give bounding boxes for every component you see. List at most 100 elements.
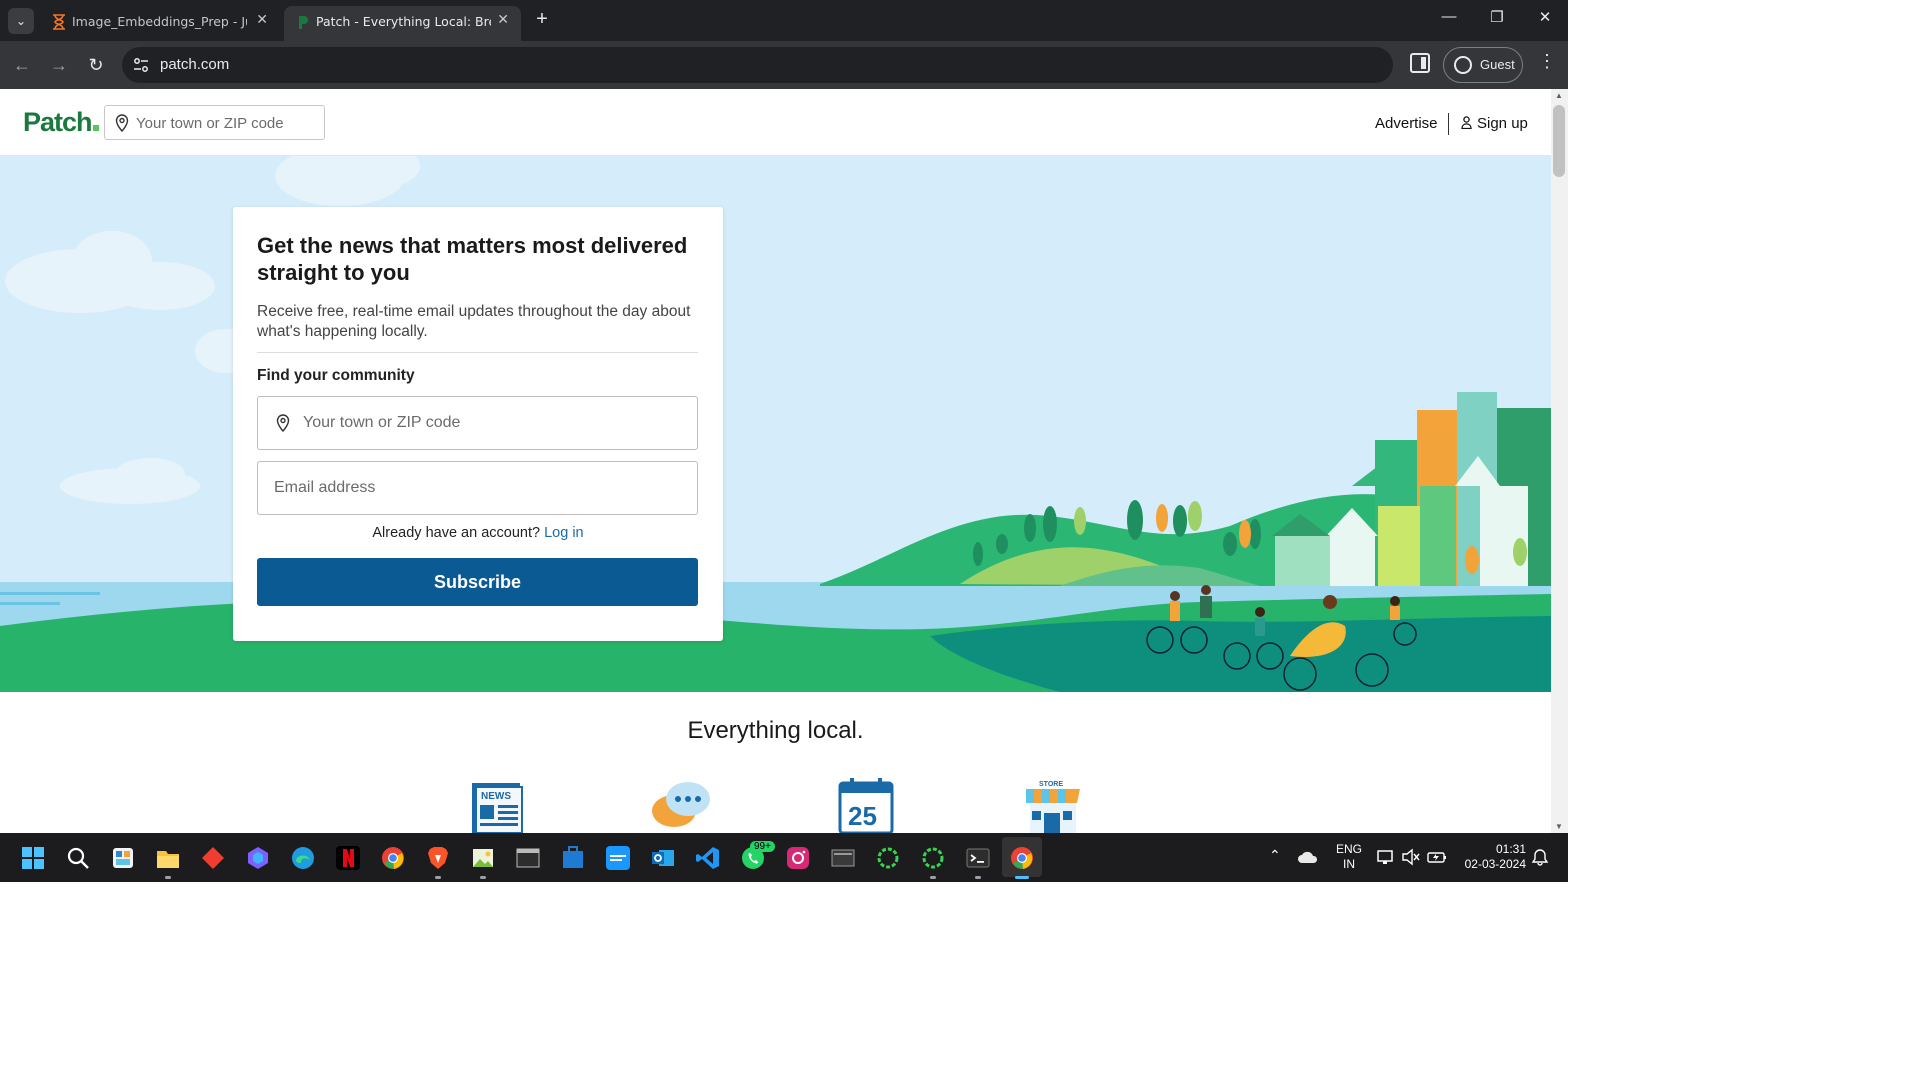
chrome-active-icon[interactable]: [1010, 846, 1034, 870]
windows-terminal-icon[interactable]: [966, 846, 990, 870]
web-page: Patch Your town or ZIP code Advertise Si…: [0, 89, 1551, 833]
location-pin-icon: [115, 114, 129, 132]
new-tab-button[interactable]: +: [530, 8, 554, 32]
running-indicator: [930, 876, 936, 879]
profile-button[interactable]: Guest: [1443, 47, 1523, 83]
loading-ring-icon[interactable]: [876, 846, 900, 870]
profile-label: Guest: [1480, 57, 1515, 72]
signup-heading: Get the news that matters most delivered…: [257, 233, 688, 285]
login-link[interactable]: Log in: [544, 525, 584, 541]
reload-icon[interactable]: ↻: [84, 53, 108, 77]
microsoft-store-icon[interactable]: [561, 846, 585, 870]
loading-ring-icon[interactable]: [921, 846, 945, 870]
forward-arrow-icon[interactable]: →: [47, 53, 71, 77]
back-arrow-icon[interactable]: ←: [10, 53, 34, 77]
minimize-icon[interactable]: —: [1434, 8, 1464, 25]
close-window-icon[interactable]: ✕: [1530, 8, 1560, 26]
card-divider: [257, 352, 698, 353]
app-window-icon[interactable]: [831, 846, 855, 870]
tab-title: Patch - Everything Local: Breaking News: [316, 14, 491, 29]
community-zip-input[interactable]: Your town or ZIP code: [257, 396, 698, 450]
notification-bell-icon[interactable]: [1531, 848, 1549, 866]
side-panel-icon[interactable]: [1410, 53, 1430, 73]
close-tab-icon[interactable]: ✕: [256, 12, 268, 28]
language-bottom: IN: [1343, 857, 1355, 871]
url-text: patch.com: [160, 56, 230, 73]
signup-link[interactable]: Sign up: [1461, 115, 1528, 132]
news-badge: NEWS: [481, 791, 511, 802]
store-badge: STORE: [1039, 781, 1063, 788]
logo-dot: [92, 125, 99, 131]
instagram-icon[interactable]: [786, 846, 810, 870]
hourglass-icon: [53, 14, 65, 30]
patch-logo[interactable]: Patch: [23, 107, 99, 138]
brave-icon[interactable]: [426, 846, 450, 870]
calendar-day: 25: [848, 801, 877, 831]
volume-muted-icon[interactable]: [1402, 848, 1420, 866]
profile-avatar-icon: [1454, 56, 1472, 74]
subscribe-button[interactable]: Subscribe: [257, 558, 698, 606]
account-prompt-text: Already have an account?: [372, 525, 541, 541]
browser-menu-icon[interactable]: ⋮: [1538, 51, 1556, 72]
scroll-down-arrow-icon[interactable]: ▼: [1555, 822, 1563, 831]
close-tab-icon[interactable]: ✕: [497, 12, 509, 28]
terminal-window-icon[interactable]: [516, 846, 540, 870]
clock[interactable]: 01:31 02-03-2024: [1460, 842, 1526, 872]
hero-banner: Get the news that matters most delivered…: [0, 156, 1551, 692]
browser-tab-strip: ⌄ Image_Embeddings_Prep - Jupyter ✕ Patc…: [0, 0, 1568, 41]
page-scrollbar[interactable]: ▲ ▼: [1551, 89, 1568, 833]
running-indicator: [165, 876, 171, 879]
network-icon[interactable]: [1377, 848, 1395, 866]
tab-patch[interactable]: Patch - Everything Local: Breaking News …: [284, 6, 521, 41]
scrollbar-thumb[interactable]: [1553, 105, 1565, 177]
show-hidden-icons-chevron-icon[interactable]: ⌃: [1269, 847, 1281, 864]
battery-icon[interactable]: [1427, 848, 1447, 866]
active-indicator: [1015, 876, 1029, 879]
calendar-icon[interactable]: 25: [836, 777, 896, 833]
running-indicator: [480, 876, 486, 879]
chrome-icon[interactable]: [381, 846, 405, 870]
news-icon[interactable]: NEWS: [468, 777, 528, 833]
image-viewer-icon[interactable]: [471, 846, 495, 870]
edge-icon[interactable]: [291, 846, 315, 870]
prime-video-icon[interactable]: [606, 846, 630, 870]
widgets-icon[interactable]: [111, 846, 135, 870]
file-explorer-icon[interactable]: [156, 846, 180, 870]
copilot-icon[interactable]: [246, 846, 270, 870]
site-header: Patch Your town or ZIP code Advertise Si…: [0, 89, 1551, 156]
anydesk-icon[interactable]: [201, 846, 225, 870]
windows-start-icon[interactable]: [21, 846, 45, 870]
patch-favicon-icon: [299, 16, 308, 29]
scroll-up-arrow-icon[interactable]: ▲: [1555, 91, 1563, 100]
language-indicator[interactable]: ENG IN: [1336, 842, 1362, 872]
newsletter-signup-card: Get the news that matters most delivered…: [233, 207, 723, 641]
clock-date: 02-03-2024: [1464, 857, 1526, 871]
running-indicator: [975, 876, 981, 879]
address-bar[interactable]: patch.com: [122, 47, 1393, 83]
restore-icon[interactable]: ❐: [1482, 8, 1512, 26]
vscode-icon[interactable]: [696, 846, 720, 870]
onedrive-cloud-icon[interactable]: [1297, 847, 1319, 867]
clock-time: 01:31: [1495, 842, 1526, 856]
tab-search-button[interactable]: ⌄: [8, 8, 34, 34]
site-settings-icon[interactable]: [132, 56, 150, 74]
whatsapp-badge: 99+: [750, 841, 775, 852]
running-indicator: [435, 876, 441, 879]
advertise-link[interactable]: Advertise: [1375, 115, 1438, 132]
logo-text: Patch: [23, 107, 93, 137]
email-placeholder: Email address: [274, 479, 376, 496]
tab-jupyter[interactable]: Image_Embeddings_Prep - Jupyter ✕: [40, 6, 280, 41]
chat-bubbles-icon[interactable]: [650, 777, 710, 833]
location-pin-icon: [276, 414, 290, 432]
windows-taskbar: 99+ ⌃ ENG IN 01:31 02-03-2024: [0, 833, 1568, 882]
header-location-search[interactable]: Your town or ZIP code: [104, 105, 325, 140]
header-search-placeholder: Your town or ZIP code: [136, 115, 284, 132]
search-icon[interactable]: [66, 846, 90, 870]
signup-label: Sign up: [1477, 115, 1528, 132]
netflix-icon[interactable]: [336, 846, 360, 870]
browser-toolbar: ← → ↻ patch.com Guest ⋮: [0, 41, 1568, 89]
section-title: Everything local.: [687, 717, 864, 744]
outlook-icon[interactable]: [651, 846, 675, 870]
store-icon[interactable]: STORE: [1022, 777, 1082, 833]
email-input[interactable]: Email address: [257, 461, 698, 515]
